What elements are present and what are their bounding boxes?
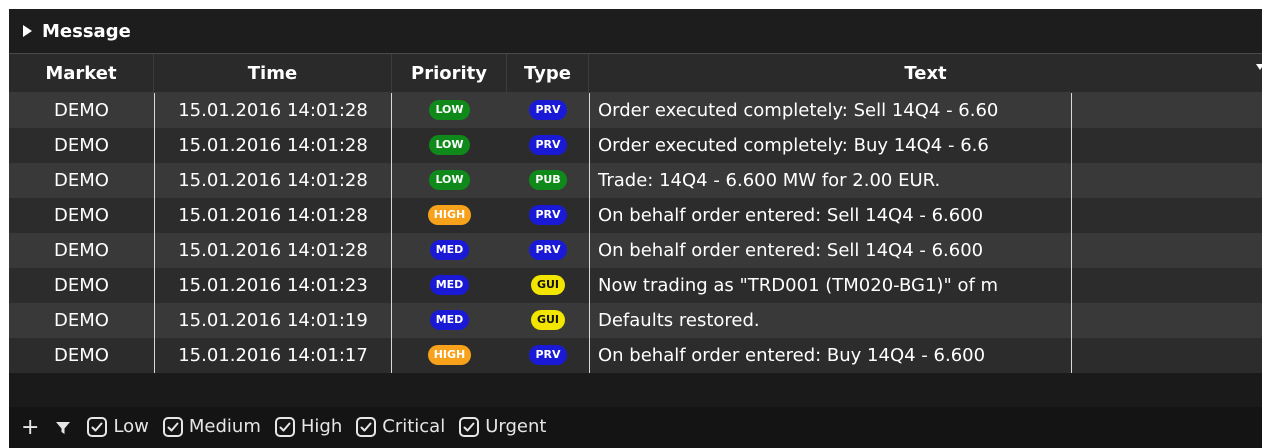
table-row[interactable]: DEMO 15.01.2016 14:01:28 LOW PUB Trade: 14Q4… — [9, 163, 1262, 198]
type-badge: PRV — [529, 345, 567, 365]
column-header-market[interactable]: Market — [9, 54, 154, 93]
checkmark-icon[interactable] — [356, 416, 377, 437]
cell-priority: LOW — [392, 93, 507, 128]
filter-icon[interactable] — [55, 420, 71, 436]
cell-priority: MED — [392, 268, 507, 303]
type-badge: PRV — [529, 205, 567, 225]
cell-time: 15.01.2016 14:01:28 — [154, 233, 392, 268]
cell-time: 15.01.2016 14:01:28 — [154, 163, 392, 198]
priority-filter-group: Low Medium High Critical Urgent — [87, 416, 560, 439]
cell-priority: MED — [392, 303, 507, 338]
cell-market: DEMO — [54, 170, 109, 191]
cell-text: Trade: 14Q4 - 6.600 MW for 2.00 EUR. — [589, 163, 1072, 198]
filter-label: Critical — [382, 416, 446, 438]
cell-priority: HIGH — [392, 198, 507, 233]
priority-badge: LOW — [429, 100, 470, 120]
cell-type: PRV — [507, 338, 589, 373]
expand-triangle-icon[interactable] — [23, 25, 32, 37]
panel-title: Message — [42, 20, 131, 42]
cell-priority: HIGH — [392, 338, 507, 373]
priority-badge: HIGH — [427, 345, 472, 365]
panel-titlebar[interactable]: Message — [9, 9, 1262, 53]
filter-toolbar: + Low Medium High Critical Urgent — [9, 407, 1262, 448]
filter-label: Medium — [188, 416, 261, 438]
column-menu-caret-icon[interactable] — [1256, 64, 1262, 70]
type-badge: PRV — [529, 240, 567, 260]
cell-market: DEMO — [54, 240, 109, 261]
priority-badge: MED — [429, 240, 470, 260]
checkmark-icon[interactable] — [459, 416, 480, 437]
priority-badge: LOW — [429, 170, 470, 190]
cell-text: Now trading as "TRD001 (TM020-BG1)" of m — [589, 268, 1072, 303]
message-panel: Message Market Time Priority Type Text D… — [9, 9, 1262, 448]
type-badge: PUB — [529, 170, 567, 190]
cell-text: Order executed completely: Sell 14Q4 - 6… — [589, 93, 1072, 128]
filter-label: Urgent — [485, 416, 547, 438]
cell-type: PUB — [507, 163, 589, 198]
column-header-time[interactable]: Time — [154, 54, 392, 93]
type-badge: GUI — [530, 310, 566, 330]
cell-time: 15.01.2016 14:01:28 — [154, 93, 392, 128]
cell-time: 15.01.2016 14:01:19 — [154, 303, 392, 338]
cell-priority: MED — [392, 233, 507, 268]
priority-badge: LOW — [429, 135, 470, 155]
cell-priority: LOW — [392, 163, 507, 198]
plus-icon[interactable]: + — [21, 415, 39, 440]
column-header-priority[interactable]: Priority — [392, 54, 507, 93]
type-badge: PRV — [529, 135, 567, 155]
cell-text: Defaults restored. — [589, 303, 1072, 338]
column-header-type[interactable]: Type — [507, 54, 589, 93]
cell-time: 15.01.2016 14:01:23 — [154, 268, 392, 303]
cell-type: PRV — [507, 93, 589, 128]
priority-badge: HIGH — [427, 205, 472, 225]
cell-time: 15.01.2016 14:01:28 — [154, 198, 392, 233]
cell-time: 15.01.2016 14:01:17 — [154, 338, 392, 373]
checkmark-icon[interactable] — [87, 416, 108, 437]
cell-market: DEMO — [54, 345, 109, 366]
cell-type: GUI — [507, 303, 589, 338]
table-row[interactable]: DEMO 15.01.2016 14:01:23 MED GUI Now trading… — [9, 268, 1262, 303]
message-table-body: DEMO 15.01.2016 14:01:28 LOW PRV Order execu… — [9, 93, 1262, 373]
table-row[interactable]: DEMO 15.01.2016 14:01:19 MED GUI Defaults re… — [9, 303, 1262, 338]
table-row[interactable]: DEMO 15.01.2016 14:01:28 LOW PRV Order execu… — [9, 93, 1262, 128]
cell-market: DEMO — [54, 100, 109, 121]
checkmark-icon[interactable] — [162, 416, 183, 437]
cell-text: On behalf order entered: Sell 14Q4 - 6.6… — [589, 198, 1072, 233]
priority-badge: MED — [429, 275, 470, 295]
table-header: Market Time Priority Type Text — [9, 53, 1262, 93]
cell-type: PRV — [507, 128, 589, 163]
cell-text: On behalf order entered: Buy 14Q4 - 6.60… — [589, 338, 1072, 373]
cell-market: DEMO — [54, 135, 109, 156]
cell-market: DEMO — [54, 275, 109, 296]
cell-time: 15.01.2016 14:01:28 — [154, 128, 392, 163]
column-header-text[interactable]: Text — [589, 54, 1262, 93]
cell-text: Order executed completely: Buy 14Q4 - 6.… — [589, 128, 1072, 163]
filter-label: High — [300, 416, 343, 438]
type-badge: GUI — [530, 275, 566, 295]
cell-market: DEMO — [54, 205, 109, 226]
table-row[interactable]: DEMO 15.01.2016 14:01:28 HIGH PRV On behalf … — [9, 198, 1262, 233]
type-badge: PRV — [529, 100, 567, 120]
filter-checkbox-medium[interactable]: Medium — [162, 416, 261, 438]
checkmark-icon[interactable] — [274, 416, 295, 437]
cell-type: PRV — [507, 233, 589, 268]
filter-checkbox-high[interactable]: High — [274, 416, 343, 438]
filter-checkbox-critical[interactable]: Critical — [356, 416, 445, 437]
priority-badge: MED — [429, 310, 470, 330]
table-row[interactable]: DEMO 15.01.2016 14:01:17 HIGH PRV On behalf … — [9, 338, 1262, 373]
cell-text: On behalf order entered: Sell 14Q4 - 6.6… — [589, 233, 1072, 268]
table-row[interactable]: DEMO 15.01.2016 14:01:28 LOW PRV Order execu… — [9, 128, 1262, 163]
cell-type: GUI — [507, 268, 589, 303]
cell-market: DEMO — [54, 310, 109, 331]
cell-priority: LOW — [392, 128, 507, 163]
table-row[interactable]: DEMO 15.01.2016 14:01:28 MED PRV On behalf o… — [9, 233, 1262, 268]
filter-checkbox-urgent[interactable]: Urgent — [459, 416, 546, 437]
column-header-text-label: Text — [904, 63, 947, 84]
cell-type: PRV — [507, 198, 589, 233]
filter-label: Low — [113, 416, 149, 438]
filter-checkbox-low[interactable]: Low — [87, 416, 149, 438]
